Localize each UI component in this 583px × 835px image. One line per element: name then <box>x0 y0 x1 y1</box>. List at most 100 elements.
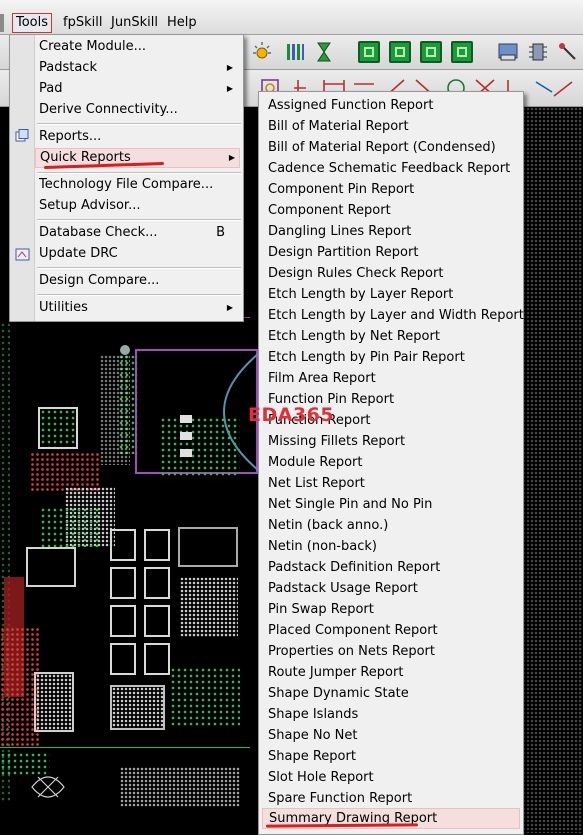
report-item[interactable]: Net Single Pin and No Pin <box>268 494 518 515</box>
square-pad <box>144 567 170 599</box>
report-item[interactable]: Bill of Material Report (Condensed) <box>268 137 518 158</box>
report-item[interactable]: Cadence Schematic Feedback Report <box>268 158 518 179</box>
watermark: EDA365 <box>248 404 335 426</box>
connector-outline <box>178 527 238 567</box>
menu-item-database-check[interactable]: Database Check... B <box>39 223 239 243</box>
report-item[interactable]: Component Pin Report <box>268 179 518 200</box>
square-pad <box>110 567 136 599</box>
square-pad <box>144 529 170 561</box>
square-pad <box>110 529 136 561</box>
report-item[interactable]: Pin Swap Report <box>268 599 518 620</box>
submenu-arrow-icon: ▶ <box>226 63 233 72</box>
report-item[interactable]: Placed Component Report <box>268 620 518 641</box>
menu-fpskill[interactable]: fpSkill <box>60 14 105 32</box>
menu-separator <box>37 219 241 221</box>
report-item[interactable]: Shape Report <box>268 746 518 767</box>
sun-icon[interactable] <box>251 41 273 63</box>
menu-tools[interactable]: Tools <box>12 13 53 33</box>
report-item[interactable]: Padstack Definition Report <box>268 557 518 578</box>
report-item[interactable]: Netin (back anno.) <box>268 515 518 536</box>
menu-item-derive-connectivity[interactable]: Derive Connectivity... <box>39 100 239 120</box>
menu-item-design-compare[interactable]: Design Compare... <box>39 271 239 291</box>
report-item[interactable]: Net List Report <box>268 473 518 494</box>
report-item[interactable]: Route Jumper Report <box>268 662 518 683</box>
report-item[interactable]: Etch Length by Net Report <box>268 326 518 347</box>
green-tool-1-icon[interactable] <box>358 41 380 63</box>
probe-icon[interactable] <box>557 41 579 63</box>
library-icon[interactable] <box>284 41 306 63</box>
green-tool-4-icon[interactable] <box>451 41 473 63</box>
odb-icon[interactable] <box>497 41 519 63</box>
menu-item-pad[interactable]: Pad ▶ <box>39 79 239 99</box>
report-item[interactable]: Shape Dynamic State <box>268 683 518 704</box>
square-pad <box>110 643 136 675</box>
report-item[interactable]: Netin (non-back) <box>268 536 518 557</box>
green-tool-2-icon[interactable] <box>389 41 411 63</box>
menu-bar: Tools fpSkill JunSkill Help <box>0 0 583 35</box>
menu-item-create-module[interactable]: Create Module... <box>39 37 239 57</box>
hourglass-icon[interactable] <box>313 41 335 63</box>
report-item[interactable]: Bill of Material Report <box>268 116 518 137</box>
bga-balls <box>112 687 163 728</box>
menu-item-utilities[interactable]: Utilities ▶ <box>39 298 239 318</box>
menu-item-utilities-label: Utilities <box>39 300 88 315</box>
component-cluster <box>30 452 100 492</box>
menu-separator <box>37 123 241 125</box>
submenu-arrow-icon: ▶ <box>226 84 233 93</box>
menu-help[interactable]: Help <box>164 14 200 32</box>
update-drc-icon <box>15 248 30 261</box>
shortcut-key: B <box>216 225 225 240</box>
report-item[interactable]: Dangling Lines Report <box>268 221 518 242</box>
menu-junskill[interactable]: JunSkill <box>108 14 161 32</box>
lower-traces <box>170 667 240 727</box>
menu-item-reports[interactable]: Reports... <box>39 127 239 147</box>
capacitor <box>180 449 192 457</box>
report-item[interactable]: Spare Function Report <box>268 788 518 809</box>
component-icon[interactable] <box>527 41 549 63</box>
report-item[interactable]: Missing Fillets Report <box>268 431 518 452</box>
menu-item-database-check-label: Database Check... <box>39 225 158 240</box>
grid-dots <box>522 107 583 833</box>
report-item[interactable]: Assigned Function Report <box>268 95 518 116</box>
report-item[interactable]: Etch Length by Layer Report <box>268 284 518 305</box>
menu-item-setup-advisor[interactable]: Setup Advisor... <box>39 196 239 216</box>
report-item[interactable]: Slot Hole Report <box>268 767 518 788</box>
report-item[interactable]: Etch Length by Pin Pair Report <box>268 347 518 368</box>
square-pad <box>144 605 170 637</box>
menu-item-pad-label: Pad <box>39 81 63 96</box>
menu-separator <box>37 294 241 296</box>
capacitor <box>180 415 192 423</box>
square-pad <box>144 643 170 675</box>
passives-group <box>160 417 240 477</box>
report-item[interactable]: Etch Length by Layer and Width Report <box>268 305 524 326</box>
report-item[interactable]: Padstack Usage Report <box>268 578 518 599</box>
trace-group <box>40 507 100 547</box>
pad-array <box>180 577 238 637</box>
report-item[interactable]: Design Rules Check Report <box>268 263 518 284</box>
silkscreen-symbol <box>31 776 65 798</box>
menu-separator <box>37 172 241 174</box>
report-item[interactable]: Film Area Report <box>268 368 518 389</box>
report-item[interactable]: Design Partition Report <box>268 242 518 263</box>
tools-menu: Create Module... Padstack ▶ Pad ▶ Derive C… <box>9 34 244 322</box>
via-column <box>100 355 130 465</box>
menu-separator <box>37 267 241 269</box>
report-item[interactable]: Component Report <box>268 200 518 221</box>
report-item[interactable]: Module Report <box>268 452 518 473</box>
report-item[interactable]: Shape Islands <box>268 704 518 725</box>
report-item[interactable]: Shape No Net <box>268 725 518 746</box>
menu-item-padstack[interactable]: Padstack ▶ <box>39 58 239 78</box>
submenu-arrow-icon: ▶ <box>228 153 235 162</box>
lower-pad-row <box>120 767 240 807</box>
menu-item-update-drc[interactable]: Update DRC <box>39 244 239 264</box>
ic-outline <box>26 547 76 587</box>
report-item[interactable]: Properties on Nets Report <box>268 641 518 662</box>
ic-lower-pins <box>36 674 72 730</box>
green-tool-3-icon[interactable] <box>420 41 442 63</box>
capacitor <box>180 432 192 440</box>
submenu-arrow-icon: ▶ <box>226 303 233 312</box>
menu-item-technology-file-compare[interactable]: Technology File Compare... <box>39 175 239 195</box>
menu-bar-edge <box>0 14 4 32</box>
board-edge-line <box>0 747 250 748</box>
reports-icon <box>15 129 29 142</box>
